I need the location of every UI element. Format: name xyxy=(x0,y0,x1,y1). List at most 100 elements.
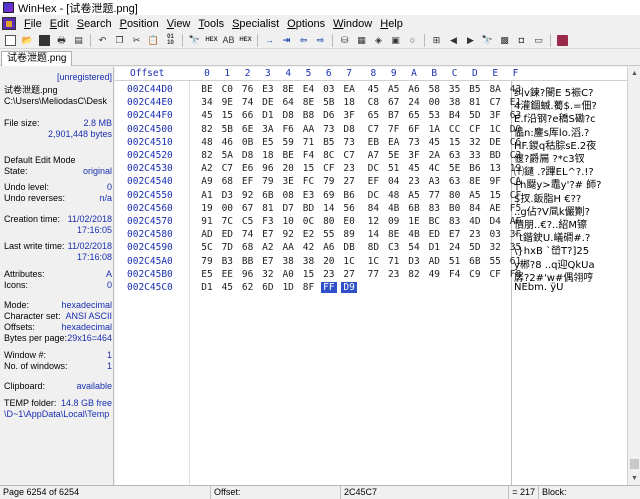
hex-byte[interactable]: 68 xyxy=(219,176,235,187)
hex-byte[interactable]: 5D xyxy=(467,242,483,253)
hex-byte[interactable]: 23 xyxy=(321,269,337,280)
hex-byte[interactable]: 24 xyxy=(447,242,463,253)
hex-byte[interactable]: 5E xyxy=(386,150,402,161)
hex-byte[interactable]: C8 xyxy=(365,97,381,108)
hex-byte[interactable]: 3A xyxy=(260,124,276,135)
row-offset[interactable]: 002C4510 xyxy=(127,137,173,148)
hex-byte[interactable]: 18 xyxy=(341,97,357,108)
back-icon[interactable]: ⇦ xyxy=(297,34,310,47)
hex-byte[interactable]: 0B xyxy=(240,137,256,148)
hex-byte[interactable]: 5C xyxy=(199,242,215,253)
hex-byte[interactable]: 32 xyxy=(467,137,483,148)
hex-byte[interactable]: 6D xyxy=(260,282,276,293)
hex-byte[interactable]: 1D xyxy=(280,282,296,293)
hex-byte[interactable]: 46 xyxy=(219,137,235,148)
hex-byte[interactable]: 4D xyxy=(467,216,483,227)
hex-byte[interactable]: DC xyxy=(365,163,381,174)
hex-byte[interactable]: 79 xyxy=(321,176,337,187)
row-offset[interactable]: 002C44E0 xyxy=(127,97,173,108)
hex-byte[interactable]: DE xyxy=(487,137,503,148)
hex-byte[interactable]: 5A xyxy=(219,150,235,161)
hex-byte[interactable]: B3 xyxy=(219,256,235,267)
menu-specialist[interactable]: Specialist xyxy=(228,18,283,30)
hex-byte[interactable]: 92 xyxy=(240,190,256,201)
hex-byte[interactable]: C7 xyxy=(365,124,381,135)
hex-byte[interactable]: 65 xyxy=(365,110,381,121)
hex-byte[interactable]: F4 xyxy=(301,150,317,161)
hex-byte[interactable]: 80 xyxy=(321,216,337,227)
hex-byte[interactable]: 56 xyxy=(341,203,357,214)
hex-byte[interactable]: 00 xyxy=(219,203,235,214)
hex-byte[interactable]: A7 xyxy=(365,150,381,161)
hex-byte[interactable]: EA xyxy=(341,84,357,95)
hex-byte[interactable]: A2 xyxy=(260,242,276,253)
hex-byte[interactable]: 3F xyxy=(487,110,503,121)
hex-byte[interactable]: EE xyxy=(219,269,235,280)
hex-byte[interactable]: E3 xyxy=(260,84,276,95)
hex-byte[interactable]: BD xyxy=(301,203,317,214)
replace-hex-icon[interactable]: HEX xyxy=(239,34,252,47)
hex-byte[interactable]: 0C xyxy=(301,216,317,227)
hex-byte[interactable]: 10 xyxy=(280,216,296,227)
hex-byte[interactable]: 82 xyxy=(199,124,215,135)
hex-byte[interactable]: 59 xyxy=(280,137,296,148)
hex-byte[interactable]: CF xyxy=(321,163,337,174)
row-offset[interactable]: 002C4570 xyxy=(127,216,173,227)
hex-byte[interactable]: 96 xyxy=(260,163,276,174)
hex-byte[interactable]: A6 xyxy=(406,84,422,95)
hex-byte[interactable]: 73 xyxy=(406,137,422,148)
hex-byte[interactable]: A2 xyxy=(199,163,215,174)
tab-file[interactable]: 试卷泄题.png xyxy=(1,51,73,66)
hex-byte[interactable]: EA xyxy=(386,137,402,148)
hex-byte[interactable]: 32 xyxy=(487,242,503,253)
hex-byte[interactable]: B0 xyxy=(447,203,463,214)
hex-byte[interactable]: 53 xyxy=(426,110,442,121)
hex-byte[interactable]: 65 xyxy=(406,110,422,121)
hex-byte[interactable]: FF xyxy=(320,282,337,293)
hex-byte[interactable]: 42 xyxy=(301,242,317,253)
hex-editor[interactable]: Offset 0123456789ABCDEF 002C44D0 BE C0 76 E3… xyxy=(115,67,627,485)
hex-byte[interactable]: 73 xyxy=(321,124,337,135)
hex-byte[interactable]: 82 xyxy=(199,150,215,161)
hex-byte[interactable]: 64 xyxy=(280,97,296,108)
disk-edit-icon[interactable]: ⛁ xyxy=(338,34,351,47)
hex-byte[interactable]: E0 xyxy=(341,216,357,227)
hex-byte[interactable]: 24 xyxy=(406,97,422,108)
open-file-icon[interactable]: 📂 xyxy=(21,34,34,47)
hex-byte[interactable]: E5 xyxy=(260,137,276,148)
hex-byte[interactable]: 5E xyxy=(447,163,463,174)
hex-byte[interactable]: 23 xyxy=(341,163,357,174)
hex-byte[interactable]: 15 xyxy=(301,269,317,280)
hex-byte[interactable]: 4B xyxy=(406,229,422,240)
hex-byte[interactable]: 67 xyxy=(240,203,256,214)
hex-byte[interactable]: 76 xyxy=(240,84,256,95)
hex-byte[interactable]: 09 xyxy=(386,216,402,227)
hex-byte[interactable]: 1C xyxy=(365,256,381,267)
hex-byte[interactable]: DB xyxy=(341,242,357,253)
hex-byte[interactable]: 7C xyxy=(219,216,235,227)
row-offset[interactable]: 002C45C0 xyxy=(127,282,173,293)
hex-byte[interactable]: F3 xyxy=(260,216,276,227)
hex-byte[interactable]: 2A xyxy=(426,150,442,161)
properties-icon[interactable]: ▤ xyxy=(72,34,85,47)
hex-byte[interactable]: BD xyxy=(487,150,503,161)
menu-tools[interactable]: Tools xyxy=(194,18,228,30)
hex-byte[interactable]: F6 xyxy=(280,124,296,135)
hex-byte[interactable]: 83 xyxy=(426,203,442,214)
calculator-icon[interactable]: ▣ xyxy=(389,34,402,47)
hex-byte[interactable]: E7 xyxy=(260,229,276,240)
goto-offset-icon[interactable]: → xyxy=(263,34,276,47)
hex-byte[interactable]: A5 xyxy=(386,84,402,95)
move-block-icon[interactable]: ⇥ xyxy=(280,34,293,47)
hex-byte[interactable]: 91 xyxy=(199,216,215,227)
hex-byte[interactable]: 8E xyxy=(301,97,317,108)
copy-block-icon[interactable]: ❐ xyxy=(113,34,126,47)
hex-byte[interactable]: E5 xyxy=(199,269,215,280)
hex-byte[interactable]: 23 xyxy=(386,269,402,280)
hex-byte[interactable]: B6 xyxy=(341,190,357,201)
hex-byte[interactable]: 38 xyxy=(301,256,317,267)
hex-byte[interactable]: AD xyxy=(199,229,215,240)
hex-byte[interactable]: F4 xyxy=(447,269,463,280)
hex-byte[interactable]: D1 xyxy=(426,242,442,253)
hex-byte[interactable]: BE xyxy=(199,84,215,95)
